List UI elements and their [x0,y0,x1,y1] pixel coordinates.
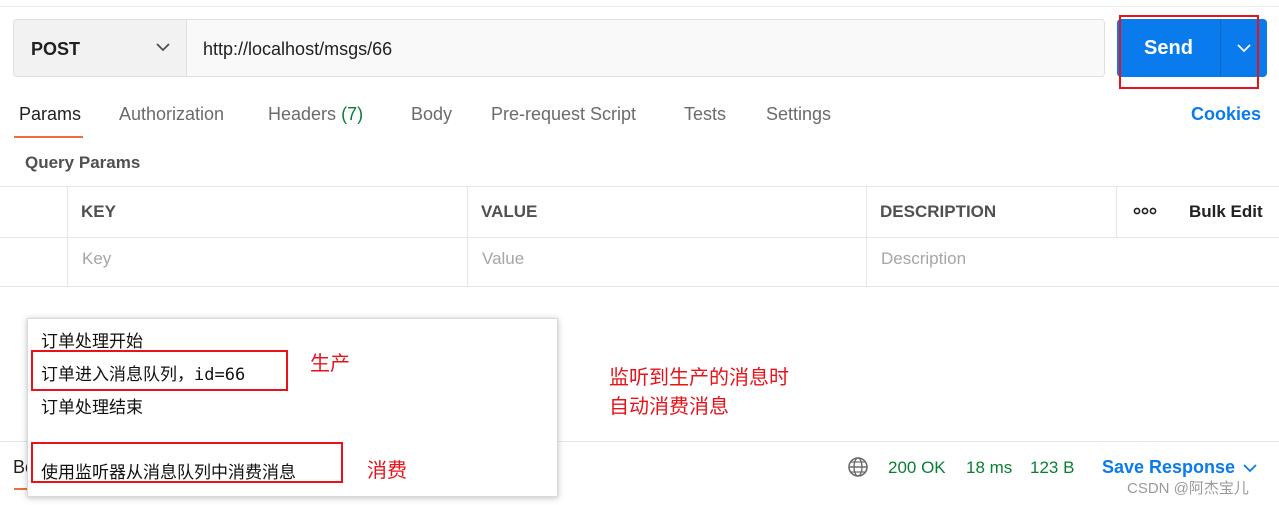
tab-params[interactable]: Params [19,104,81,125]
globe-icon[interactable] [847,456,869,478]
annotation-note-line2: 自动消费消息 [609,396,729,418]
table-col-divider [1116,186,1117,237]
value-input[interactable]: Value [482,249,524,269]
chevron-down-icon[interactable] [1242,460,1258,476]
key-input[interactable]: Key [82,249,111,269]
annotation-produce: 生产 [310,353,350,375]
method-label: POST [31,39,81,59]
produce-highlight-box [31,350,288,391]
tab-authorization[interactable]: Authorization [119,104,224,125]
tab-headers[interactable]: Headers (7) [268,104,363,125]
column-header-description: DESCRIPTION [880,202,997,221]
send-highlight-box [1119,15,1259,89]
table-border-bottom [0,286,1279,287]
more-options-icon[interactable] [1133,203,1157,219]
response-time[interactable]: 18 ms [966,458,1012,478]
column-header-value: VALUE [481,202,538,221]
table-border-mid [0,237,1279,238]
annotation-note-line1: 监听到生产的消息时 [609,367,789,389]
chevron-down-icon [156,43,170,52]
cookies-link[interactable]: Cookies [1191,104,1261,125]
tab-settings[interactable]: Settings [766,104,831,125]
method-select[interactable]: POST [13,19,186,77]
bulk-edit-button[interactable]: Bulk Edit [1189,202,1263,222]
tab-body[interactable]: Body [411,104,452,125]
headers-count: (7) [341,104,364,124]
response-size[interactable]: 123 B [1030,458,1074,478]
url-input[interactable]: http://localhost/msgs/66 [186,19,1105,77]
annotation-consume: 消费 [367,460,407,482]
watermark: CSDN @阿杰宝儿 [1127,480,1249,497]
console-line: 订单处理开始 [41,332,143,352]
table-col-divider [67,186,68,286]
tab-tests[interactable]: Tests [684,104,726,125]
description-input[interactable]: Description [881,249,966,269]
url-text: http://localhost/msgs/66 [203,39,393,59]
tab-headers-label: Headers [268,104,337,124]
top-divider [0,6,1279,7]
query-params-title: Query Params [25,153,141,172]
tab-active-indicator [14,136,83,138]
table-col-divider [866,186,867,286]
status-code[interactable]: 200 OK [888,458,946,478]
tab-prerequest-script[interactable]: Pre-request Script [491,104,636,125]
console-line: 订单处理结束 [41,398,143,418]
table-border-top [0,186,1279,187]
column-header-key: KEY [81,202,116,221]
save-response-button[interactable]: Save Response [1102,457,1235,478]
consume-highlight-box [31,442,343,483]
table-col-divider [467,186,468,286]
